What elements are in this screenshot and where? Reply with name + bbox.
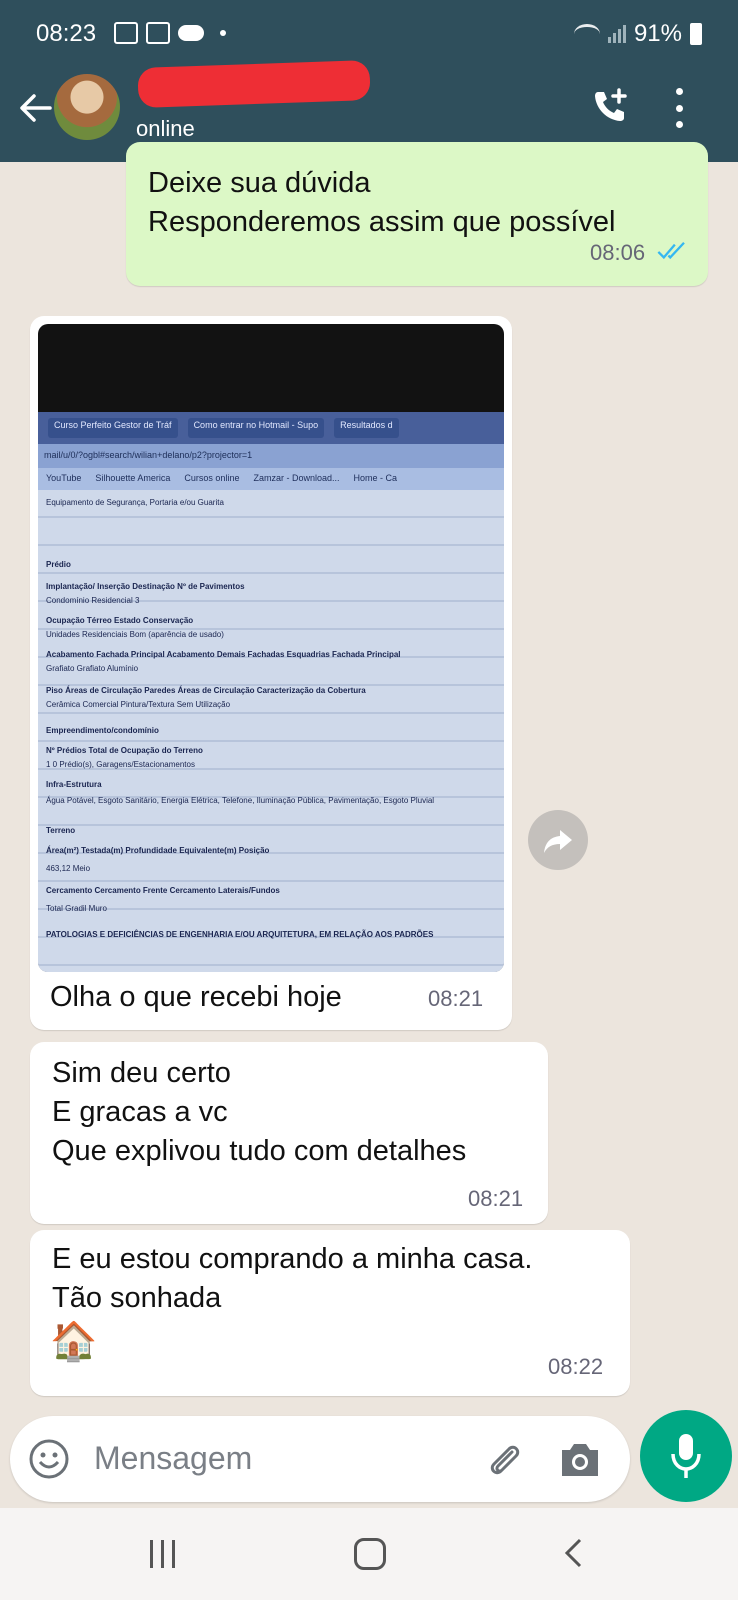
doc-row: Ocupação Térreo Estado Conservação (46, 616, 194, 625)
contact-status: online (136, 116, 195, 141)
signal-icon (607, 25, 626, 43)
home-icon[interactable] (354, 1538, 386, 1570)
status-bar: 08:23 91% (0, 0, 738, 70)
message-list[interactable]: Deixe sua dúvida Responderemos assim que… (0, 142, 738, 1396)
camera-icon[interactable] (558, 1440, 602, 1480)
cloud-icon (178, 25, 204, 41)
incoming-message[interactable]: Sim deu certo E gracas a vc Que explivou… (30, 1042, 548, 1224)
attach-icon[interactable] (482, 1438, 526, 1482)
doc-row: Condomínio Residencial 3 (46, 596, 140, 605)
message-time: 08:06 (590, 240, 646, 265)
chat-header: 08:23 91% online (0, 0, 738, 162)
doc-row: Grafiato Grafiato Alumínio (46, 664, 139, 673)
doc-row: Piso Áreas de Circulação Paredes Áreas d… (46, 686, 366, 695)
incoming-message[interactable]: E eu estou comprando a minha casa. Tão s… (30, 1230, 630, 1396)
doc-row: 463,12 Meio (46, 864, 91, 873)
back-nav-icon[interactable] (560, 1538, 590, 1568)
message-time: 08:21 (468, 1186, 524, 1211)
message-time: 08:21 (428, 986, 484, 1011)
forward-button[interactable] (528, 810, 588, 870)
doc-row: Equipamento de Segurança, Portaria e/ou … (46, 498, 224, 507)
doc-row: Terreno (46, 826, 76, 835)
message-time: 08:22 (548, 1354, 604, 1379)
doc-row: PATOLOGIAS E DEFICIÊNCIAS DE ENGENHARIA … (46, 930, 434, 939)
outgoing-message[interactable]: Deixe sua dúvida Responderemos assim que… (126, 142, 708, 286)
wifi-icon (573, 24, 600, 44)
voice-message-button[interactable] (640, 1410, 732, 1502)
photo-tab: Curso Perfeito Gestor de Tráf (48, 418, 178, 438)
photo-bookmark: Home - Ca (353, 473, 397, 483)
app-notification-icon (114, 22, 138, 44)
back-arrow-icon[interactable] (16, 88, 56, 128)
image-caption: Olha o que recebi hoje (50, 981, 342, 1013)
doc-row: Empreendimento/condomínio (46, 726, 159, 735)
gallery-icon (146, 22, 170, 44)
message-composer: Mensagem (10, 1416, 630, 1502)
doc-row: 1 0 Prédio(s), Garagens/Estacionamentos (46, 760, 195, 769)
doc-row: Infra-Estrutura (46, 780, 102, 789)
doc-row: Água Potável, Esgoto Sanitário, Energia … (46, 796, 435, 805)
system-navigation-bar (0, 1508, 738, 1600)
photo-url-bar: mail/u/0/?ogbl#search/wilian+delano/p2?p… (38, 444, 504, 468)
doc-row: Área(m²) Testada(m) Profundidade Equival… (46, 846, 270, 855)
doc-row: Implantação/ Inserção Destinação Nº de P… (46, 582, 245, 591)
doc-row: Total Gradil Muro (46, 904, 107, 913)
message-text: E eu estou comprando a minha casa. Tão s… (52, 1243, 533, 1314)
message-text: Deixe sua dúvida Responderemos assim que… (148, 167, 616, 238)
more-vert-icon[interactable] (672, 88, 686, 128)
photo-bookmark: Zamzar - Download... (253, 473, 340, 483)
photo-document: Equipamento de Segurança, Portaria e/ou … (38, 490, 504, 972)
more-notifications-dot (220, 30, 226, 36)
photo-bookmark: YouTube (46, 473, 82, 483)
photo-attachment[interactable]: Curso Perfeito Gestor de Tráf Como entra… (38, 324, 504, 972)
photo-tab: Resultados d (334, 418, 399, 438)
contact-name-redacted[interactable] (137, 59, 371, 109)
contact-avatar[interactable] (54, 74, 120, 140)
message-input[interactable]: Mensagem (94, 1440, 252, 1477)
doc-row: Cercamento Cercamento Frente Cercamento … (46, 886, 280, 895)
doc-row: Nº Prédios Total de Ocupação do Terreno (46, 746, 203, 755)
message-text: Sim deu certo E gracas a vc Que explivou… (52, 1057, 467, 1167)
recent-apps-icon[interactable] (150, 1540, 182, 1568)
emoji-icon[interactable] (28, 1438, 70, 1480)
forward-icon (544, 830, 572, 853)
status-time: 08:23 (36, 20, 97, 47)
doc-row: Prédio (46, 560, 71, 569)
doc-row: Unidades Residenciais Bom (aparência de … (46, 630, 224, 639)
notification-icons (114, 22, 226, 44)
house-emoji: 🏠 (50, 1321, 98, 1363)
battery-percent: 91% (633, 20, 682, 47)
add-call-icon[interactable] (590, 86, 630, 126)
doc-row: Acabamento Fachada Principal Acabamento … (46, 650, 401, 659)
photo-browser-tabs: Curso Perfeito Gestor de Tráf Como entra… (38, 412, 504, 444)
battery-icon (690, 23, 702, 45)
microphone-icon (671, 1434, 701, 1478)
photo-bookmark: Cursos online (184, 473, 240, 483)
photo-tab: Como entrar no Hotmail - Supo (187, 418, 325, 438)
photo-bookmarks: YouTube Silhouette America Cursos online… (38, 468, 504, 490)
double-check-read-icon (657, 241, 685, 260)
photo-bookmark: Silhouette America (95, 473, 171, 483)
photo-of-screen: Curso Perfeito Gestor de Tráf Como entra… (38, 412, 504, 972)
doc-row: Cerâmica Comercial Pintura/Textura Sem U… (46, 700, 231, 709)
